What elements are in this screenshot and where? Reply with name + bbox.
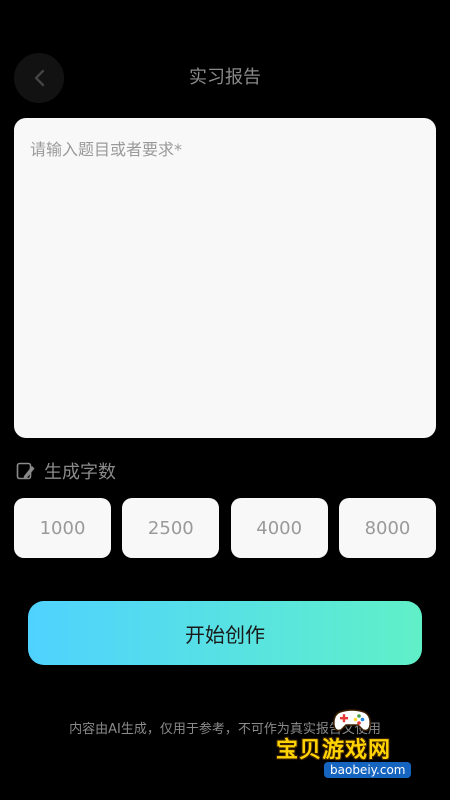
word-count-options: 1000 2500 4000 8000 bbox=[14, 498, 436, 558]
word-count-option-2500[interactable]: 2500 bbox=[122, 498, 220, 558]
word-count-header: 生成字数 bbox=[16, 458, 116, 484]
topic-input[interactable] bbox=[14, 118, 436, 438]
word-count-label: 生成字数 bbox=[44, 462, 116, 483]
watermark-name: 宝贝游戏网 bbox=[276, 738, 392, 763]
start-creation-button[interactable]: 开始创作 bbox=[28, 601, 422, 665]
word-count-option-4000[interactable]: 4000 bbox=[230, 498, 328, 558]
watermark-url: baobeiy.com bbox=[324, 762, 412, 778]
edit-document-icon bbox=[16, 462, 35, 480]
page-title: 实习报告 bbox=[189, 67, 261, 88]
word-count-option-1000[interactable]: 1000 bbox=[14, 498, 111, 558]
word-count-option-8000[interactable]: 8000 bbox=[338, 498, 436, 558]
gamepad-icon bbox=[333, 709, 371, 732]
site-watermark: 宝贝游戏网 baobeiy.com bbox=[276, 708, 446, 782]
